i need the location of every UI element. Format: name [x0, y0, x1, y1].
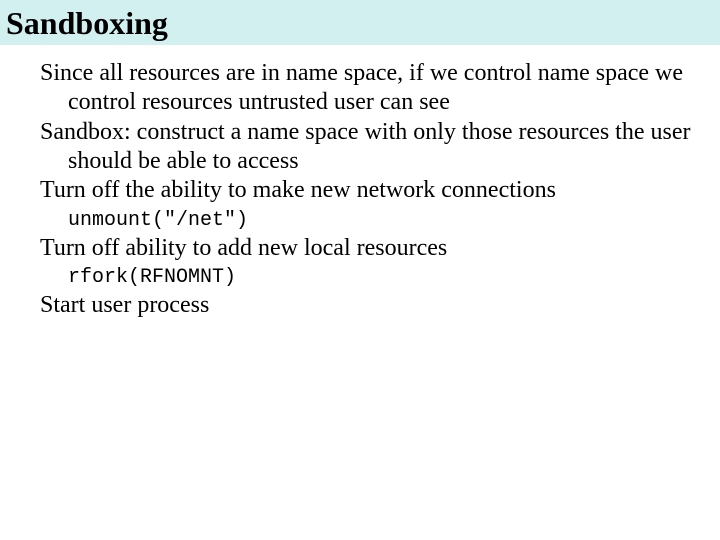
- slide-title: Sandboxing: [6, 6, 720, 41]
- title-band: Sandboxing: [0, 0, 720, 45]
- slide-body: Since all resources are in name space, i…: [0, 45, 720, 320]
- paragraph-intro: Since all resources are in name space, i…: [40, 59, 700, 118]
- paragraph-network: Turn off the ability to make new network…: [40, 176, 700, 205]
- code-unmount: unmount("/net"): [40, 208, 700, 234]
- paragraph-sandbox: Sandbox: construct a name space with onl…: [40, 118, 700, 177]
- slide: Sandboxing Since all resources are in na…: [0, 0, 720, 540]
- code-rfork: rfork(RFNOMNT): [40, 265, 700, 291]
- paragraph-local: Turn off ability to add new local resour…: [40, 234, 700, 263]
- paragraph-start: Start user process: [40, 291, 700, 320]
